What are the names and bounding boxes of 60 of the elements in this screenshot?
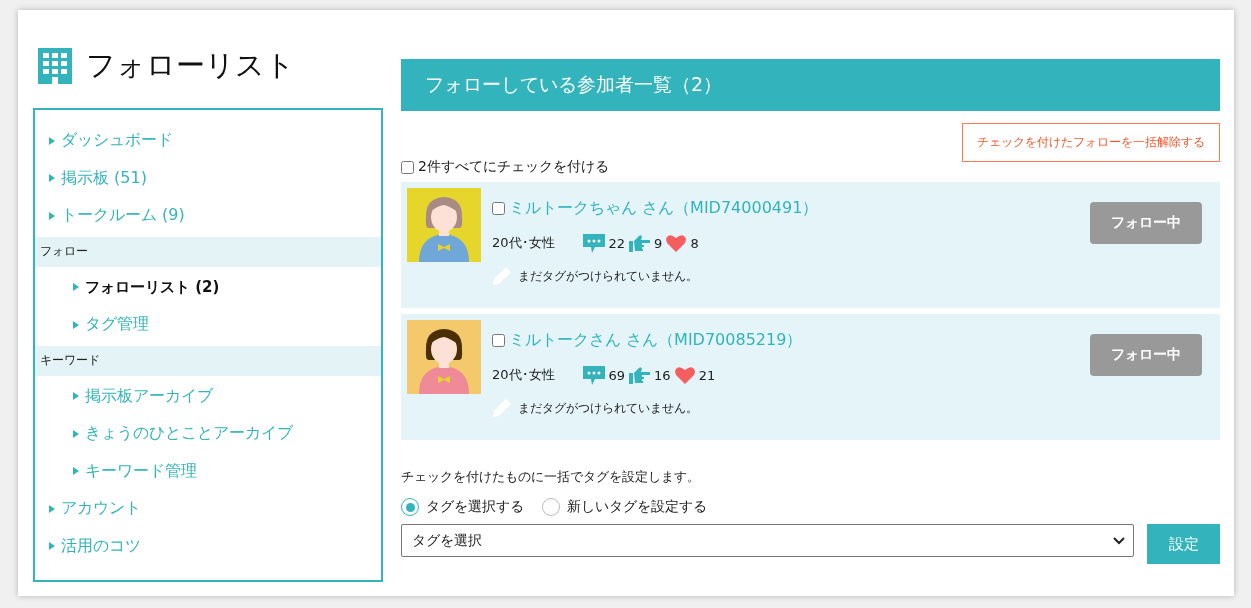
- member-profile: 20代･女性: [492, 366, 555, 384]
- triangle-icon: [73, 429, 79, 438]
- following-button[interactable]: フォロー中: [1090, 202, 1202, 244]
- tag-note: まだタグがつけられていません。: [518, 267, 698, 285]
- sidebar-item[interactable]: フォローリスト (2): [35, 268, 381, 306]
- triangle-icon: [49, 136, 55, 145]
- triangle-icon: [49, 211, 55, 220]
- sidebar-item[interactable]: タグ管理: [35, 306, 381, 344]
- triangle-icon: [73, 467, 79, 476]
- following-button[interactable]: フォロー中: [1090, 334, 1202, 376]
- radio-label: タグを選択する: [426, 498, 524, 516]
- sidebar-section-header: フォロー: [35, 236, 381, 267]
- tag-select[interactable]: タグを選択: [401, 524, 1134, 557]
- like-count: 9: [654, 235, 663, 251]
- set-button[interactable]: 設定: [1147, 524, 1220, 564]
- pencil-icon: [492, 266, 512, 286]
- sidebar-item[interactable]: トークルーム (9): [35, 197, 381, 235]
- triangle-icon: [73, 392, 79, 401]
- heart-count: 8: [690, 235, 699, 251]
- triangle-icon: [49, 542, 55, 551]
- tag-help-text: チェックを付けたものに一括でタグを設定します。: [401, 468, 701, 486]
- bulk-unfollow-button[interactable]: チェックを付けたフォローを一括解除する: [962, 123, 1220, 162]
- comment-count: 22: [608, 235, 626, 251]
- heart-icon: [674, 366, 695, 384]
- sidebar-item[interactable]: きょうのひとことアーカイブ: [35, 415, 381, 453]
- sidebar-item[interactable]: 活用のコツ: [35, 527, 381, 565]
- member-name-link[interactable]: ミルトークちゃん さん（MID74000491）: [509, 197, 819, 219]
- triangle-icon: [73, 320, 79, 329]
- triangle-icon: [73, 283, 79, 292]
- chevron-down-icon: [1113, 536, 1125, 545]
- triangle-icon: [49, 504, 55, 513]
- check-all-label: 2件すべてにチェックを付ける: [418, 158, 609, 176]
- comment-icon: [582, 365, 605, 385]
- member-name-link[interactable]: ミルトークさん さん（MID70085219）: [509, 329, 803, 351]
- heart-count: 21: [698, 367, 716, 383]
- tag-note: まだタグがつけられていません。: [518, 399, 698, 417]
- sidebar-item[interactable]: 掲示板 (51): [35, 159, 381, 197]
- panel-title: フォローしている参加者一覧（2）: [401, 59, 1220, 111]
- sidebar-item[interactable]: 掲示板アーカイブ: [35, 377, 381, 415]
- page-title: フォローリスト: [86, 47, 295, 84]
- sidebar-section-header: キーワード: [35, 345, 381, 376]
- building-icon: [38, 48, 72, 84]
- checkbox[interactable]: [492, 333, 505, 347]
- pencil-icon: [492, 398, 512, 418]
- pointing-hand-icon: [629, 366, 651, 384]
- sidebar-item[interactable]: ダッシュボード: [35, 122, 381, 160]
- sidebar-item[interactable]: アカウント: [35, 490, 381, 528]
- radio-label: 新しいタグを設定する: [567, 498, 707, 516]
- checkbox[interactable]: [401, 160, 414, 174]
- heart-icon: [666, 234, 687, 252]
- comment-icon: [582, 233, 605, 253]
- like-count: 16: [654, 367, 671, 383]
- triangle-icon: [49, 174, 55, 183]
- radio-button[interactable]: [542, 498, 560, 516]
- member-profile: 20代･女性: [492, 234, 555, 252]
- sidebar-item[interactable]: キーワード管理: [35, 452, 381, 490]
- radio-button[interactable]: [401, 498, 419, 516]
- checkbox[interactable]: [492, 201, 505, 215]
- comment-count: 69: [608, 367, 626, 383]
- pointing-hand-icon: [629, 234, 651, 252]
